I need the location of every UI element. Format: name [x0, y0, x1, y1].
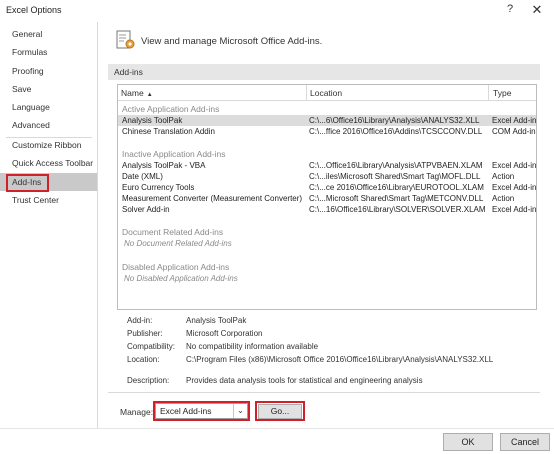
section-header-add-ins: Add-ins	[108, 64, 540, 80]
title-bar: Excel Options ? ✕	[0, 0, 554, 22]
window-title: Excel Options	[6, 5, 62, 15]
detail-label-description: Description:	[127, 376, 170, 385]
addin-type: Excel Add-in	[492, 205, 537, 214]
detail-label-compatibility: Compatibility:	[127, 342, 176, 351]
sidebar: General Formulas Proofing Save Language …	[0, 22, 98, 428]
detail-value-compatibility: No compatibility information available	[186, 342, 319, 351]
add-ins-gear-icon	[116, 30, 135, 49]
group-active: Active Application Add-ins	[122, 104, 220, 114]
addin-location: C:\...6\Office16\Library\Analysis\ANALYS…	[309, 116, 480, 125]
group-disabled: Disabled Application Add-ins	[122, 262, 230, 272]
detail-value-publisher: Microsoft Corporation	[186, 329, 263, 338]
dialog-footer: OK Cancel	[0, 428, 554, 454]
addin-location: C:\...Office16\Library\Analysis\ATPVBAEN…	[309, 161, 483, 170]
column-header-type[interactable]: Type	[490, 85, 536, 101]
addin-type: COM Add-in	[492, 127, 536, 136]
close-button[interactable]: ✕	[528, 2, 546, 20]
addin-name: Analysis ToolPak - VBA	[122, 161, 206, 170]
manage-highlight-box	[153, 401, 250, 421]
group-inactive: Inactive Application Add-ins	[122, 149, 226, 159]
addin-name: Date (XML)	[122, 172, 163, 181]
go-highlight-box	[255, 401, 305, 421]
addin-name: Solver Add-in	[122, 205, 170, 214]
sidebar-item-language[interactable]: Language	[0, 98, 97, 116]
addin-location: C:\...ce 2016\Office16\Library\EUROTOOL.…	[309, 183, 484, 192]
addin-name: Measurement Converter (Measurement Conve…	[122, 194, 303, 203]
column-divider[interactable]	[488, 85, 489, 101]
addin-type: Excel Add-in	[492, 161, 537, 170]
addin-name: Euro Currency Tools	[122, 183, 195, 192]
sidebar-item-quick-access-toolbar[interactable]: Quick Access Toolbar	[0, 154, 97, 172]
detail-value-description: Provides data analysis tools for statist…	[186, 376, 423, 385]
column-header-location[interactable]: Location	[307, 85, 490, 101]
sidebar-item-trust-center[interactable]: Trust Center	[0, 191, 97, 209]
detail-label-publisher: Publisher:	[127, 329, 163, 338]
list-item[interactable]: Analysis ToolPak - VBA C:\...Office16\Li…	[118, 160, 536, 171]
addin-type: Excel Add-in	[492, 183, 537, 192]
list-item[interactable]: Date (XML) C:\...iles\Microsoft Shared\S…	[118, 171, 536, 182]
list-item[interactable]: Analysis ToolPak C:\...6\Office16\Librar…	[118, 115, 536, 126]
manage-label: Manage:	[120, 407, 154, 417]
list-item[interactable]: Chinese Translation Addin C:\...ffice 20…	[118, 126, 536, 137]
list-item[interactable]: Solver Add-in C:\...16\Office16\Library\…	[118, 204, 536, 215]
list-header: Name ▲ Location Type	[118, 85, 536, 101]
sidebar-item-save[interactable]: Save	[0, 80, 97, 98]
help-button[interactable]: ?	[502, 3, 518, 19]
addin-location: C:\...ffice 2016\Office16\Addins\TCSCCON…	[309, 127, 483, 136]
ok-button[interactable]: OK	[443, 433, 493, 451]
page-description: View and manage Microsoft Office Add-ins…	[141, 36, 323, 47]
detail-label-location: Location:	[127, 355, 160, 364]
sidebar-item-general[interactable]: General	[0, 25, 97, 43]
addin-name: Chinese Translation Addin	[122, 127, 215, 136]
group-document: Document Related Add-ins	[122, 227, 224, 237]
column-header-name[interactable]: Name ▲	[118, 85, 308, 101]
detail-label-addin: Add-in:	[127, 316, 153, 325]
divider	[108, 392, 540, 393]
addin-type: Action	[492, 172, 515, 181]
addin-location: C:\...16\Office16\Library\SOLVER\SOLVER.…	[309, 205, 486, 214]
add-ins-highlight-box	[6, 174, 49, 192]
addin-type: Action	[492, 194, 515, 203]
addin-location: C:\...Microsoft Shared\Smart Tag\METCONV…	[309, 194, 484, 203]
addin-location: C:\...iles\Microsoft Shared\Smart Tag\MO…	[309, 172, 481, 181]
cancel-button[interactable]: Cancel	[500, 433, 550, 451]
sort-ascending-icon: ▲	[146, 92, 153, 98]
add-ins-panel: View and manage Microsoft Office Add-ins…	[99, 22, 554, 428]
list-item[interactable]: Measurement Converter (Measurement Conve…	[118, 193, 536, 204]
detail-value-addin: Analysis ToolPak	[186, 316, 247, 325]
sidebar-item-formulas[interactable]: Formulas	[0, 43, 97, 61]
list-item[interactable]: Euro Currency Tools C:\...ce 2016\Office…	[118, 182, 536, 193]
sidebar-item-proofing[interactable]: Proofing	[0, 62, 97, 80]
empty-message: No Disabled Application Add-ins	[124, 274, 238, 283]
detail-value-location: C:\Program Files (x86)\Microsoft Office …	[186, 355, 494, 364]
addin-name: Analysis ToolPak	[122, 116, 183, 125]
sidebar-item-advanced[interactable]: Advanced	[0, 116, 97, 134]
empty-message: No Document Related Add-ins	[124, 239, 232, 248]
addin-type: Excel Add-in	[492, 116, 537, 125]
column-name-label: Name	[121, 88, 144, 98]
add-ins-list[interactable]: Name ▲ Location Type Active Application A…	[117, 84, 537, 310]
sidebar-item-customize-ribbon[interactable]: Customize Ribbon	[0, 136, 97, 154]
